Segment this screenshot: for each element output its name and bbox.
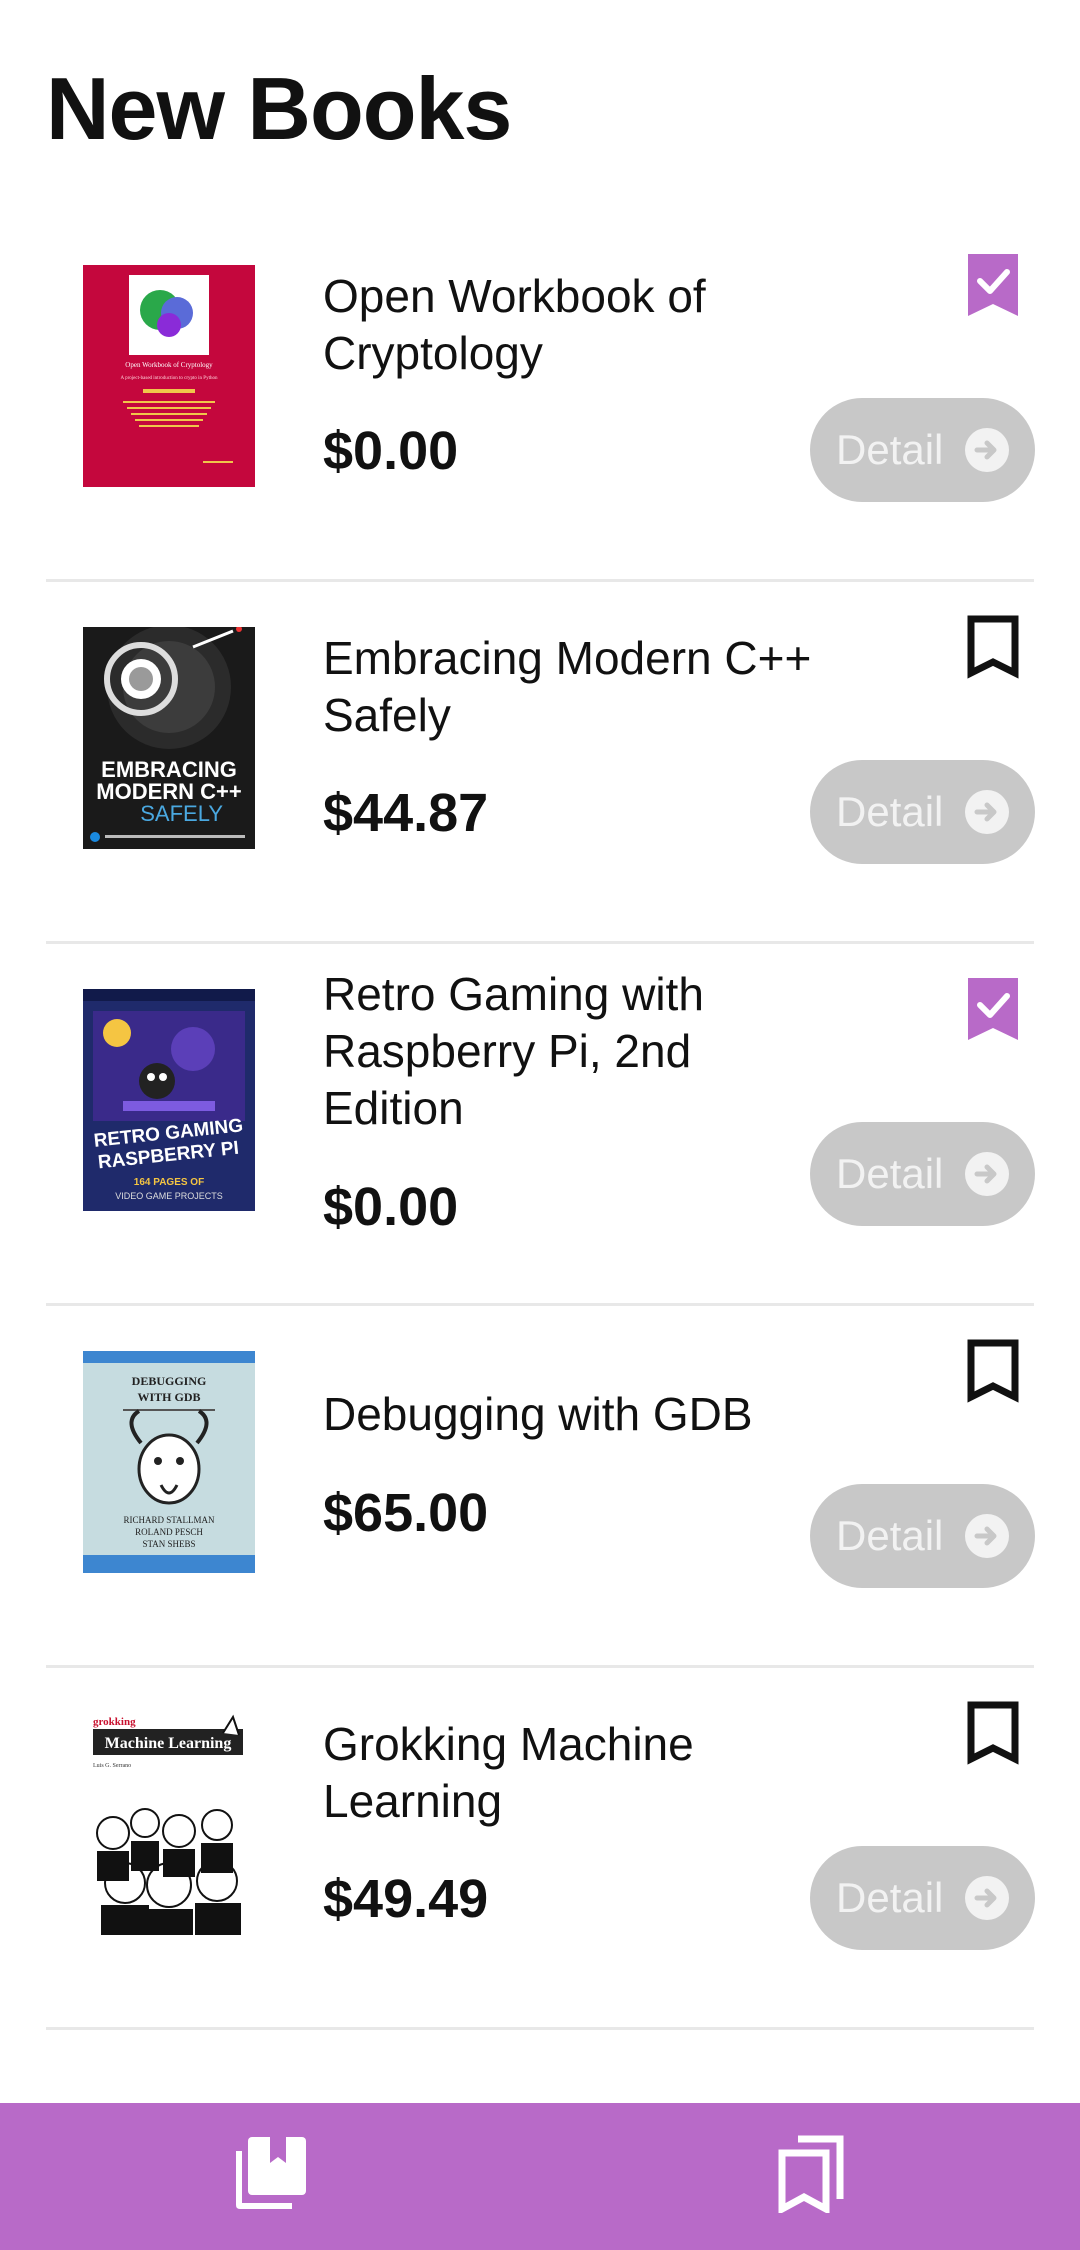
detail-button[interactable]: Detail <box>810 1122 1035 1226</box>
detail-button-label: Detail <box>836 788 944 835</box>
arrow-forward-circle-icon <box>965 428 1009 472</box>
nav-new-books-button[interactable] <box>230 2133 310 2213</box>
cover-title-text: Open Workbook of Cryptology <box>125 361 213 369</box>
book-title: Grokking Machine Learning <box>323 1718 694 1827</box>
book-list-item[interactable]: EMBRACING MODERN C++ SAFELY Embracing Mo… <box>0 582 1080 944</box>
book-title: Debugging with GDB <box>323 1388 753 1440</box>
book-cover-image: EMBRACING MODERN C++ SAFELY <box>83 627 255 849</box>
arrow-forward-circle-icon <box>965 1152 1009 1196</box>
nav-bookmarks-button[interactable] <box>770 2133 850 2213</box>
cover-series-text: grokking <box>93 1716 136 1728</box>
cover-author-text: Luis G. Serrano <box>93 1763 131 1769</box>
bookmark-added-icon[interactable] <box>966 976 1020 1042</box>
detail-button[interactable]: Detail <box>810 1846 1035 1950</box>
cover-title-text: Machine Learning <box>105 1735 232 1752</box>
book-price: $49.49 <box>323 1869 489 1929</box>
arrow-forward-circle-icon <box>965 1514 1009 1558</box>
bottom-navigation-bar <box>0 2103 1080 2250</box>
book-list-item[interactable]: DEBUGGING WITH GDB RICHARD STALLMAN ROLA… <box>0 1306 1080 1668</box>
bookmark-added-icon[interactable] <box>966 252 1020 318</box>
detail-button[interactable]: Detail <box>810 1484 1035 1588</box>
detail-button-label: Detail <box>836 1874 944 1921</box>
cover-subtitle-text: A project-based introduction to crypto i… <box>121 376 218 381</box>
library-books-icon <box>230 2133 310 2213</box>
book-cover-image: grokking Machine Learning Luis G. Serran… <box>83 1713 255 1935</box>
detail-button[interactable]: Detail <box>810 760 1035 864</box>
cover-title-line-1: DEBUGGING <box>132 1374 207 1388</box>
cover-author-3: STAN SHEBS <box>142 1539 195 1549</box>
bookmark-border-icon[interactable] <box>966 1338 1020 1404</box>
cover-title-line-3: SAFELY <box>140 801 223 826</box>
book-list-item[interactable]: grokking Machine Learning Luis G. Serran… <box>0 1668 1080 2030</box>
cover-subtitle-line-2: VIDEO GAME PROJECTS <box>115 1191 223 1201</box>
book-price: $0.00 <box>323 1177 459 1237</box>
book-price: $0.00 <box>323 421 459 481</box>
detail-button[interactable]: Detail <box>810 398 1035 502</box>
book-price: $65.00 <box>323 1483 489 1543</box>
cover-author-2: ROLAND PESCH <box>135 1527 203 1537</box>
detail-button-label: Detail <box>836 1150 944 1197</box>
divider <box>46 2027 1034 2030</box>
book-price: $44.87 <box>323 783 489 843</box>
bookmark-border-icon[interactable] <box>966 614 1020 680</box>
book-cover-image: Open Workbook of Cryptology A project-ba… <box>83 265 255 487</box>
book-title: Open Workbook of Cryptology <box>323 270 706 379</box>
detail-button-label: Detail <box>836 426 944 473</box>
bookmark-border-icon[interactable] <box>966 1700 1020 1766</box>
book-list-item[interactable]: Open Workbook of Cryptology A project-ba… <box>0 220 1080 582</box>
book-cover-image: DEBUGGING WITH GDB RICHARD STALLMAN ROLA… <box>83 1351 255 1573</box>
detail-button-label: Detail <box>836 1512 944 1559</box>
cover-author-1: RICHARD STALLMAN <box>123 1515 215 1525</box>
book-title: Embracing Modern C++ Safely <box>323 632 812 741</box>
page-title: New Books <box>46 59 512 158</box>
cover-subtitle-line-1: 164 PAGES OF <box>134 1177 204 1188</box>
cover-title-line-2: WITH GDB <box>137 1390 200 1404</box>
arrow-forward-circle-icon <box>965 1876 1009 1920</box>
book-cover-image: RETRO GAMING RASPBERRY PI 164 PAGES OF V… <box>83 989 255 1211</box>
book-list-item[interactable]: RETRO GAMING RASPBERRY PI 164 PAGES OF V… <box>0 944 1080 1306</box>
arrow-forward-circle-icon <box>965 790 1009 834</box>
book-title: Retro Gaming with Raspberry Pi, 2nd Edit… <box>323 968 704 1134</box>
bookmarks-icon <box>770 2133 850 2213</box>
